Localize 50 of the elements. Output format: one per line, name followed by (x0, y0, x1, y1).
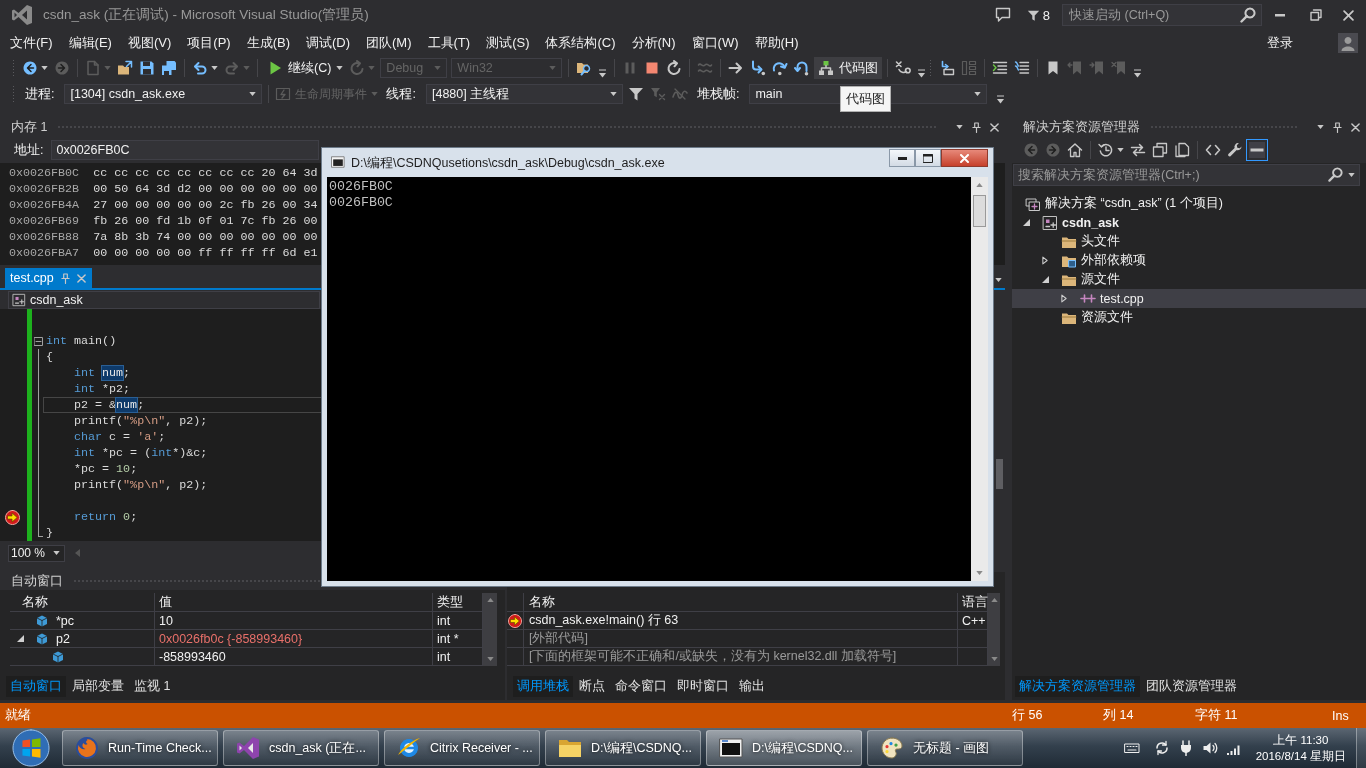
code-line: printf("%p\n", p2); (74, 413, 208, 429)
code-line: return 0; (74, 509, 138, 525)
code-line: } (46, 525, 53, 541)
panel-title: 内存 1 (11, 118, 48, 136)
memory-bytes: 00 50 64 3d d2 00 00 00 00 00 00 (93, 181, 318, 197)
code-line: printf("%p\n", p2); (74, 477, 208, 493)
variable-value: -858993460 (159, 649, 226, 664)
code-line: p2 = &num; (74, 398, 145, 412)
tooltip: 代码图 (840, 86, 891, 112)
character-indicator: 字符 11 (1195, 707, 1239, 724)
memory-bytes: 7a 8b 3b 74 00 00 00 00 00 00 00 (93, 229, 318, 245)
status-message: 就绪 (5, 707, 31, 724)
insert-mode-indicator: Ins (1332, 708, 1350, 723)
variable-name: *pc (56, 613, 75, 628)
variable-type: int (437, 613, 451, 628)
code-line: char c = 'a'; (74, 429, 166, 445)
field-label: 地址: (14, 141, 44, 159)
variable-value: 0x0026fb0c {-858993460} (159, 631, 303, 646)
panel-title: 解决方案资源管理器 (1023, 118, 1140, 136)
variable-type: int * (437, 631, 459, 646)
memory-bytes: 27 00 00 00 00 00 2c fb 26 00 34 (93, 197, 318, 213)
code-line: { (46, 349, 53, 365)
memory-bytes: 00 00 00 00 00 ff ff ff ff 6d e1 (93, 245, 318, 261)
console-output-line: 0026FB0C (329, 195, 393, 210)
memory-address: 0x0026FBA7 (9, 245, 80, 261)
column-indicator: 列 14 (1103, 707, 1135, 724)
window-title: D:\编程\CSDNQusetions\csdn_ask\Debug\csdn_ask.exe (351, 155, 665, 172)
line-indicator: 行 56 (1012, 707, 1044, 724)
code-line: *pc = 10; (74, 461, 138, 477)
field-label: 线程: (386, 85, 416, 103)
memory-address: 0x0026FB88 (9, 229, 80, 245)
variable-type: int (437, 649, 451, 664)
field-label: 堆栈帧: (696, 85, 740, 103)
field-label: 进程: (25, 85, 55, 103)
window-title: csdn_ask (正在调试) - Microsoft Visual Studio(管理员) (43, 6, 369, 24)
code-line: int *p2; (74, 381, 131, 397)
code-line: int main() (46, 333, 117, 349)
memory-address: 0x0026FB69 (9, 213, 80, 229)
code-line: int num; (74, 365, 131, 381)
memory-bytes: fb 26 00 fd 1b 0f 01 7c fb 26 00 (93, 213, 318, 229)
memory-address: 0x0026FB4A (9, 197, 80, 213)
variable-value: 10 (159, 613, 173, 628)
code-line: int *pc = (int*)&c; (74, 445, 208, 461)
variable-name: p2 (56, 631, 70, 646)
frame-language: C++ (962, 613, 986, 628)
console-output-line: 0026FB0C (329, 179, 393, 194)
panel-title: 自动窗口 (11, 572, 63, 590)
memory-address: 0x0026FB2B (9, 181, 80, 197)
memory-address: 0x0026FB0C (9, 165, 80, 181)
memory-bytes: cc cc cc cc cc cc cc cc 20 64 3d (93, 165, 318, 181)
